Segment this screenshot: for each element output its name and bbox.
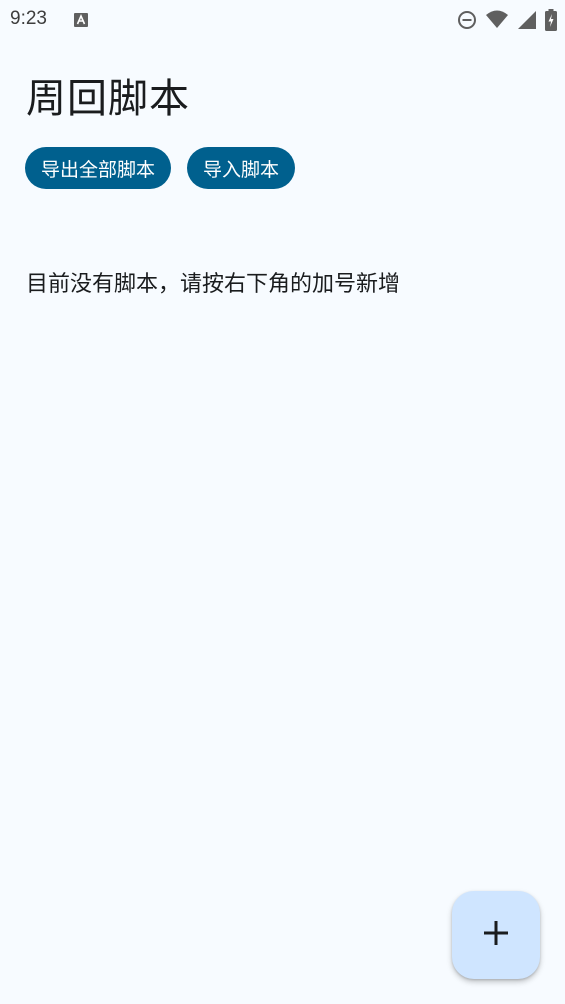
status-bar: 9:23 [0, 0, 565, 40]
plus-icon [482, 919, 510, 951]
export-all-scripts-button[interactable]: 导出全部脚本 [25, 147, 172, 189]
page-title: 周回脚本 [26, 76, 190, 122]
import-script-button[interactable]: 导入脚本 [187, 147, 296, 189]
wifi-icon [485, 10, 509, 34]
battery-charging-icon [545, 9, 557, 35]
add-script-fab[interactable] [452, 891, 540, 979]
empty-state-message: 目前没有脚本，请按右下角的加号新增 [26, 272, 401, 297]
status-icons [457, 9, 557, 35]
status-time: 9:23 [10, 8, 47, 29]
signal-icon [517, 10, 537, 34]
notification-a-icon [74, 12, 88, 27]
action-row: 导出全部脚本 导入脚本 [25, 147, 296, 189]
do-not-disturb-icon [457, 10, 477, 34]
